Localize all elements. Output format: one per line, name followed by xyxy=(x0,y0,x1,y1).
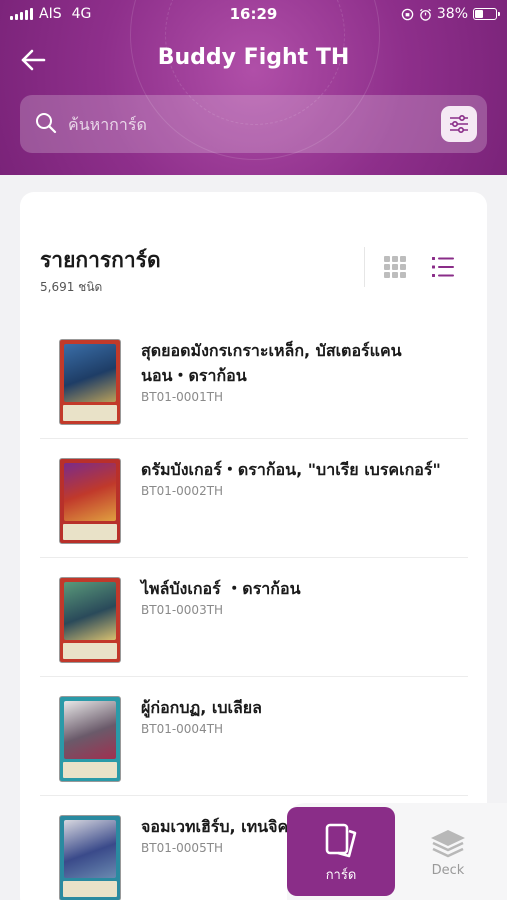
list-view-button[interactable] xyxy=(428,252,458,282)
card-name: ดรัมบังเกอร์・ดราก้อน, "บาเรีย เบรคเกอร์" xyxy=(141,460,441,479)
card-count: 5,691 ชนิด xyxy=(40,280,103,294)
divider xyxy=(364,247,365,287)
search-bar xyxy=(20,95,487,153)
card-list-item[interactable]: ไพล์บังเกอร์ ・ดราก้อน BT01-0003TH xyxy=(40,558,468,677)
list-icon xyxy=(432,257,454,277)
card-code: BT01-0005TH xyxy=(141,841,224,855)
card-thumbnail xyxy=(59,696,121,782)
card-thumbnail xyxy=(59,815,121,900)
card-list-item[interactable]: สุดยอดมังกรเกราะเหล็ก, บัสเตอร์แคนนอน・ดร… xyxy=(40,320,468,439)
app-header: AIS 4G 16:29 38% Buddy Fight TH xyxy=(0,0,507,175)
filter-sliders-icon xyxy=(450,115,468,133)
card-code: BT01-0003TH xyxy=(141,603,224,617)
card-thumbnail xyxy=(59,339,121,425)
card-thumbnail xyxy=(59,458,121,544)
filter-button[interactable] xyxy=(441,106,477,142)
card-thumbnail xyxy=(59,577,121,663)
card-name: ไพล์บังเกอร์ ・ดราก้อน xyxy=(141,579,301,598)
status-bar: AIS 4G 16:29 38% xyxy=(0,0,507,30)
card-code: BT01-0004TH xyxy=(141,722,224,736)
nav-cards-tab[interactable]: การ์ด xyxy=(287,807,395,896)
page-title: Buddy Fight TH xyxy=(157,45,350,70)
nav-deck-label: Deck xyxy=(431,863,465,878)
card-list-title: รายการการ์ด xyxy=(40,248,161,272)
layers-icon xyxy=(431,830,465,858)
search-icon xyxy=(36,113,57,134)
lock-rotation-icon xyxy=(401,8,414,20)
alarm-icon xyxy=(419,8,431,21)
card-name: ผู้ก่อกบฏ, เบเลียล xyxy=(141,698,262,717)
cards-icon xyxy=(325,823,357,858)
battery-percent: 38% xyxy=(436,6,468,22)
card-name: สุดยอดมังกรเกราะเหล็ก, บัสเตอร์แคนนอน・ดร… xyxy=(141,341,402,385)
nav-cards-label: การ์ด xyxy=(325,868,357,883)
nav-deck-tab[interactable]: Deck xyxy=(410,828,486,888)
grid-icon xyxy=(384,256,406,278)
search-input[interactable] xyxy=(68,109,428,139)
grid-view-button[interactable] xyxy=(380,252,410,282)
card-code: BT01-0001TH xyxy=(141,390,224,404)
card-list-item[interactable]: ดรัมบังเกอร์・ดราก้อน, "บาเรีย เบรคเกอร์"… xyxy=(40,439,468,558)
battery-icon xyxy=(473,8,500,20)
card-code: BT01-0002TH xyxy=(141,484,224,498)
card-list-item[interactable]: ผู้ก่อกบฏ, เบเลียล BT01-0004TH xyxy=(40,677,468,796)
card-list-panel: รายการการ์ด 5,691 ชนิด สุดยอดมังกรเกราะเ… xyxy=(20,192,487,900)
